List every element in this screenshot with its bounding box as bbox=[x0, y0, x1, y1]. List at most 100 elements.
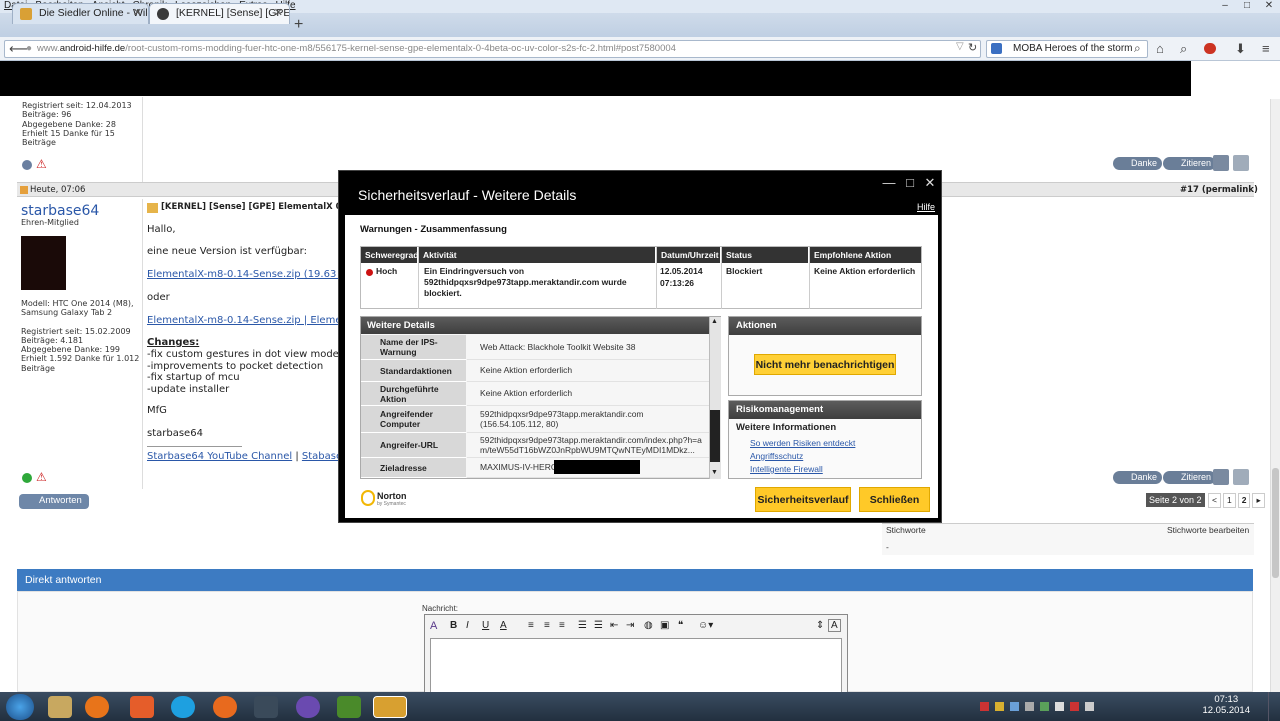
dont-notify-button[interactable]: Nicht mehr benachrichtigen bbox=[754, 354, 896, 375]
danke-button[interactable]: Danke bbox=[1113, 471, 1163, 484]
username[interactable]: starbase64 bbox=[21, 203, 99, 219]
tab-kernel[interactable]: [KERNEL] [Sense] [GPE] Ele... ✕ bbox=[149, 3, 290, 24]
antworten-button[interactable]: Antworten bbox=[19, 494, 89, 509]
italic-icon[interactable]: I bbox=[466, 620, 469, 631]
app-icon[interactable] bbox=[296, 696, 320, 718]
show-desktop-button[interactable] bbox=[1268, 692, 1280, 721]
tab-close-icon[interactable]: ✕ bbox=[133, 4, 142, 23]
clock[interactable]: 07:13 12.05.2014 bbox=[1202, 694, 1250, 716]
reload-icon[interactable]: ↻ bbox=[968, 41, 977, 54]
zitieren-button[interactable]: Zitieren bbox=[1163, 471, 1217, 484]
col-divider bbox=[418, 247, 419, 309]
align-right-icon[interactable]: ≡ bbox=[559, 620, 565, 631]
edit-icon[interactable] bbox=[1233, 469, 1249, 485]
zitieren-button[interactable]: Zitieren bbox=[1163, 157, 1217, 170]
scroll-up-icon[interactable]: ▲ bbox=[711, 318, 718, 325]
dialog-close-icon[interactable]: ✕ bbox=[921, 175, 939, 191]
norton-active-icon[interactable] bbox=[373, 696, 407, 718]
search-input[interactable]: MOBA Heroes of the storm bbox=[986, 40, 1148, 58]
explorer-icon[interactable] bbox=[48, 696, 72, 718]
home-icon[interactable]: ⌂ bbox=[1156, 41, 1164, 56]
dialog-maximize-icon[interactable]: □ bbox=[901, 175, 919, 190]
page-label: Seite 2 von 2 bbox=[1146, 493, 1205, 507]
outdent-icon[interactable]: ⇤ bbox=[610, 620, 618, 631]
help-link[interactable]: Hilfe bbox=[917, 202, 935, 212]
close-icon[interactable]: ✕ bbox=[1258, 0, 1280, 13]
page-scrollbar[interactable] bbox=[1270, 99, 1280, 695]
underline-icon[interactable]: U bbox=[482, 620, 489, 631]
tray-icon[interactable] bbox=[1085, 702, 1094, 711]
adblock-icon[interactable] bbox=[1204, 43, 1216, 54]
unordered-list-icon[interactable]: ☰ bbox=[594, 620, 603, 631]
bold-icon[interactable]: B bbox=[450, 620, 457, 631]
download-icon[interactable]: ⬇ bbox=[1235, 41, 1246, 57]
report-icon[interactable]: ⚠ bbox=[36, 470, 47, 484]
tray-icon[interactable] bbox=[1025, 702, 1034, 711]
resize-icon[interactable]: ⇕ bbox=[816, 620, 824, 631]
tab-close-icon[interactable]: ✕ bbox=[274, 4, 283, 23]
tray-icon[interactable] bbox=[1010, 702, 1019, 711]
bookmark-star-icon[interactable]: ▽ bbox=[956, 41, 964, 52]
tray-icon[interactable] bbox=[980, 702, 989, 711]
maximize-icon[interactable]: □ bbox=[1236, 0, 1258, 13]
close-button[interactable]: Schließen bbox=[859, 487, 930, 512]
risk-link-attack-protection[interactable]: Angriffsschutz bbox=[750, 451, 803, 461]
download-link-1[interactable]: ElementalX-m8-0.14-Sense.zip (19.63 MB) bbox=[147, 269, 359, 280]
page-prev[interactable]: < bbox=[1208, 493, 1221, 508]
risk-link-firewall[interactable]: Intelligente Firewall bbox=[750, 464, 823, 474]
multiquote-icon[interactable] bbox=[1213, 155, 1229, 171]
mail-icon[interactable] bbox=[130, 696, 154, 718]
tray-icon[interactable] bbox=[1055, 702, 1064, 711]
smiley-icon[interactable]: ☺▾ bbox=[698, 620, 713, 631]
steam-icon[interactable] bbox=[254, 696, 278, 718]
search-engine-icon[interactable] bbox=[991, 43, 1002, 54]
align-left-icon[interactable]: ≡ bbox=[528, 620, 534, 631]
ordered-list-icon[interactable]: ☰ bbox=[578, 620, 587, 631]
risk-link-detection[interactable]: So werden Risiken entdeckt bbox=[750, 438, 855, 448]
message-textarea[interactable] bbox=[430, 638, 842, 698]
start-button[interactable] bbox=[6, 694, 34, 720]
quick-reply-header: Direkt antworten bbox=[17, 569, 1253, 591]
dialog-minimize-icon[interactable]: — bbox=[880, 175, 898, 190]
tray-icon[interactable] bbox=[995, 702, 1004, 711]
edit-icon[interactable] bbox=[1233, 155, 1249, 171]
youtube-link[interactable]: Starbase64 YouTube Channel bbox=[147, 451, 292, 462]
font-color-icon[interactable]: A bbox=[500, 620, 507, 631]
firefox-icon[interactable] bbox=[85, 696, 109, 718]
col-divider bbox=[721, 247, 722, 309]
find-icon[interactable]: ⌕ bbox=[1180, 41, 1187, 57]
page-scroll-thumb[interactable] bbox=[1272, 468, 1279, 578]
danke-button[interactable]: Danke bbox=[1113, 157, 1163, 170]
remove-format-icon[interactable]: A bbox=[430, 620, 437, 632]
details-scroll-thumb[interactable] bbox=[710, 410, 720, 462]
url-bar[interactable]: www.android-hilfe.de/root-custom-roms-mo… bbox=[4, 40, 981, 58]
page-next[interactable]: ▸ bbox=[1252, 493, 1265, 508]
minimize-icon[interactable]: – bbox=[1214, 0, 1236, 13]
menu-icon[interactable]: ≡ bbox=[1262, 41, 1270, 56]
download-link-2[interactable]: ElementalX-m8-0.14-Sense.zip | Elemental bbox=[147, 315, 361, 326]
search-icon[interactable]: ⌕ bbox=[1134, 41, 1141, 56]
report-icon[interactable]: ⚠ bbox=[36, 157, 47, 171]
switch-mode-icon[interactable]: A bbox=[828, 619, 841, 632]
post-permalink[interactable]: #17 (permalink) bbox=[1180, 185, 1258, 195]
link-icon[interactable]: ◍ bbox=[644, 620, 653, 631]
page-1[interactable]: 1 bbox=[1222, 493, 1236, 508]
align-center-icon[interactable]: ≡ bbox=[544, 620, 550, 631]
indent-icon[interactable]: ⇥ bbox=[626, 620, 634, 631]
multiquote-icon[interactable] bbox=[1213, 469, 1229, 485]
image-icon[interactable]: ▣ bbox=[660, 620, 669, 631]
tags-edit-link[interactable]: Stichworte bearbeiten bbox=[1167, 525, 1249, 535]
security-history-button[interactable]: Sicherheitsverlauf bbox=[755, 487, 851, 512]
detail-value: Keine Aktion erforderlich bbox=[467, 360, 709, 382]
origin-icon[interactable] bbox=[213, 696, 237, 718]
scroll-down-icon[interactable]: ▼ bbox=[711, 469, 718, 476]
tab-siedler[interactable]: Die Siedler Online - Wildbl... ✕ bbox=[12, 3, 149, 24]
tray-icon[interactable] bbox=[1070, 702, 1079, 711]
tray-icon[interactable] bbox=[1040, 702, 1049, 711]
skype-icon[interactable] bbox=[171, 696, 195, 718]
avatar[interactable] bbox=[21, 236, 66, 290]
new-tab-icon[interactable]: + bbox=[294, 16, 303, 34]
norton-task-icon[interactable] bbox=[337, 696, 361, 718]
quote-icon[interactable]: ❝ bbox=[678, 620, 683, 631]
back-icon[interactable]: ⟵ bbox=[9, 41, 28, 57]
